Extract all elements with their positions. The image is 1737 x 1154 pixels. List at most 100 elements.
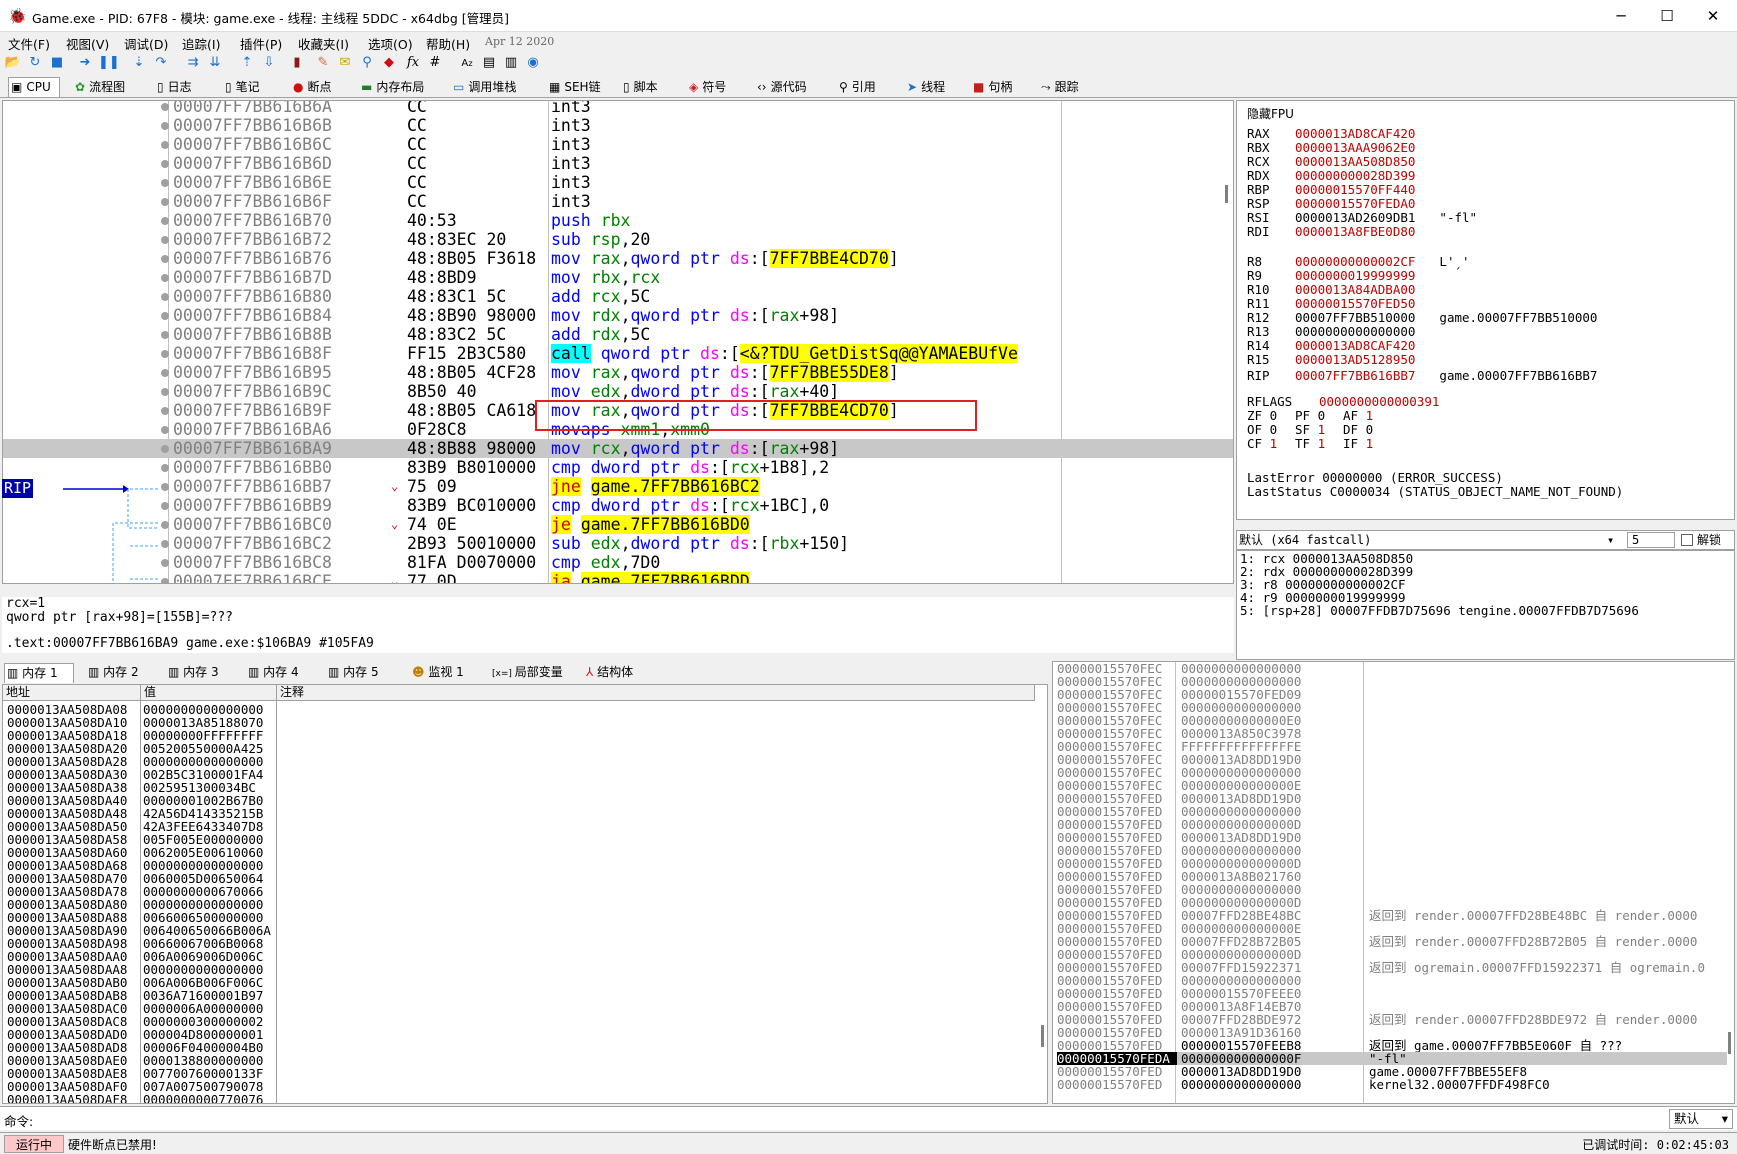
tab-locals[interactable]: [x=] 局部变量 bbox=[490, 663, 570, 683]
stack-row[interactable]: 00000015570FED 00000015570FEEE0 bbox=[1057, 987, 1727, 1000]
disasm-row[interactable]: 00007FF7BB616B6E CC int3 bbox=[3, 173, 1233, 192]
dump-view[interactable]: 地址 值 注释 0000013AA508DA08 0000000000000000… bbox=[2, 684, 1048, 1104]
column-header-value[interactable]: 值 bbox=[141, 685, 277, 701]
scrollbar-thumb[interactable] bbox=[1728, 1032, 1731, 1054]
stack-row[interactable]: 00000015570FED 000000000000000D bbox=[1057, 818, 1727, 831]
stack-row[interactable]: 00000015570FED 0000000000000000 bbox=[1057, 883, 1727, 896]
register-rax[interactable]: RAX 0000013AD8CAF420 bbox=[1247, 127, 1415, 141]
run-to-user-code-icon[interactable]: ⇩ bbox=[260, 54, 278, 72]
disasm-row[interactable]: 00007FF7BB616B9C 8B50 40 mov edx,dword ptr… bbox=[3, 382, 1233, 401]
tab-memory-map[interactable]: ▬ 内存布局 bbox=[358, 77, 444, 97]
arg-count-spinner[interactable]: 5 bbox=[1627, 532, 1675, 548]
register-rsp[interactable]: RSP 00000015570FEDA0 bbox=[1247, 197, 1415, 211]
flag-cf[interactable]: CF 1 bbox=[1247, 437, 1295, 451]
command-input[interactable] bbox=[40, 1109, 1660, 1129]
register-rcx[interactable]: RCX 0000013AA508D850 bbox=[1247, 155, 1415, 169]
stop-tracing-icon[interactable]: ▮ bbox=[288, 54, 306, 72]
tab-breakpoints[interactable]: ● 断点 bbox=[290, 77, 348, 97]
tab-dump-4[interactable]: ▥ 内存 4 bbox=[246, 663, 316, 683]
execute-till-return-icon[interactable]: ⇡ bbox=[238, 54, 256, 72]
tab-notes[interactable]: ▯ 笔记 bbox=[222, 77, 280, 97]
disasm-row[interactable]: 00007FF7BB616BB7 ⌄ 75 09 jne game.7FF7BB616… bbox=[3, 477, 1233, 496]
stack-row[interactable]: 00000015570FEC 0000000000000000 bbox=[1057, 662, 1727, 675]
register-rip[interactable]: RIP 00007FF7BB616BB7 game.00007FF7BB616BB7 bbox=[1247, 369, 1597, 383]
flags-row[interactable]: ZF 0 PF 0 AF 1 bbox=[1247, 409, 1391, 423]
disasm-row[interactable]: 00007FF7BB616B84 48:8B90 98000 mov rdx,qwo… bbox=[3, 306, 1233, 325]
disasm-row[interactable]: 00007FF7BB616B6B CC int3 bbox=[3, 116, 1233, 135]
register-r12[interactable]: R12 00007FF7BB510000 game.00007FF7BB510000 bbox=[1247, 311, 1597, 325]
breakpoint-dot[interactable] bbox=[161, 521, 169, 529]
breakpoint-dot[interactable] bbox=[161, 407, 169, 415]
function-icon[interactable]: fx bbox=[404, 54, 422, 72]
tab-dump-1[interactable]: ▥ 内存 1 bbox=[4, 663, 74, 683]
disasm-row[interactable]: 00007FF7BB616B80 48:83C1 5C add rcx,5C bbox=[3, 287, 1233, 306]
unlock-checkbox[interactable] bbox=[1681, 534, 1693, 546]
close-button[interactable]: ✕ bbox=[1690, 0, 1736, 32]
stack-row[interactable]: 00000015570FEC 000000000000000E bbox=[1057, 779, 1727, 792]
stack-row[interactable]: 00000015570FEC 00000015570FED09 bbox=[1057, 688, 1727, 701]
tab-cpu[interactable]: ▣ CPU bbox=[8, 77, 60, 97]
disasm-row[interactable]: 00007FF7BB616B8B 48:83C2 5C add rdx,5C bbox=[3, 325, 1233, 344]
stack-row[interactable]: 00000015570FED 00007FFD28B72B05 返回到 render… bbox=[1057, 935, 1727, 948]
register-r13[interactable]: R13 0000000000000000 bbox=[1247, 325, 1415, 339]
disasm-row[interactable]: 00007FF7BB616B76 48:8B05 F3618 mov rax,qwo… bbox=[3, 249, 1233, 268]
breakpoint-dot[interactable] bbox=[161, 578, 169, 583]
stack-row[interactable]: 00000015570FED 000000000000000D bbox=[1057, 857, 1727, 870]
breakpoint-dot[interactable] bbox=[161, 274, 169, 282]
tab-seh[interactable]: ▦ SEH链 bbox=[546, 77, 612, 97]
breakpoint-dot[interactable] bbox=[161, 388, 169, 396]
menu-options[interactable]: 选项(O) bbox=[368, 34, 413, 53]
menu-debug[interactable]: 调试(D) bbox=[124, 34, 168, 53]
flag-of[interactable]: OF 0 bbox=[1247, 423, 1295, 437]
patch-icon[interactable]: ✎ bbox=[314, 54, 332, 72]
font-icon[interactable]: Az bbox=[458, 54, 476, 72]
breakpoint-dot[interactable] bbox=[161, 331, 169, 339]
stack-row[interactable]: 00000015570FED 0000000000000000 bbox=[1057, 805, 1727, 818]
scrollbar-thumb[interactable] bbox=[1041, 1025, 1044, 1047]
globe-icon[interactable]: ◉ bbox=[524, 54, 542, 72]
disasm-row[interactable]: 00007FF7BB616B7D 48:8BD9 mov rbx,rcx bbox=[3, 268, 1233, 287]
stop-icon[interactable]: ■ bbox=[48, 54, 66, 72]
stack-row[interactable]: 00000015570FEC FFFFFFFFFFFFFFFE bbox=[1057, 740, 1727, 753]
stack-row[interactable]: 00000015570FEC 0000000000000000 bbox=[1057, 675, 1727, 688]
tab-call-stack[interactable]: ▭ 调用堆栈 bbox=[450, 77, 536, 97]
scrollbar-thumb[interactable] bbox=[1225, 185, 1228, 203]
breakpoint-dot[interactable] bbox=[161, 464, 169, 472]
comment-icon[interactable]: ✉ bbox=[336, 54, 354, 72]
flag-pf[interactable]: PF 0 bbox=[1295, 409, 1343, 423]
breakpoint-dot[interactable] bbox=[161, 445, 169, 453]
breakpoint-dot[interactable] bbox=[161, 255, 169, 263]
stack-row[interactable]: 00000015570FED 0000000000000000 bbox=[1057, 844, 1727, 857]
flag-tf[interactable]: TF 1 bbox=[1295, 437, 1343, 451]
menu-file[interactable]: 文件(F) bbox=[8, 34, 50, 53]
trace-into-icon[interactable]: ⇉ bbox=[184, 54, 202, 72]
pause-icon[interactable]: ❚❚ bbox=[98, 54, 120, 72]
breakpoint-dot[interactable] bbox=[161, 160, 169, 168]
breakpoint-dot[interactable] bbox=[161, 293, 169, 301]
tab-dump-5[interactable]: ▥ 内存 5 bbox=[326, 663, 396, 683]
flag-df[interactable]: DF 0 bbox=[1343, 423, 1391, 437]
tab-log[interactable]: ▯ 日志 bbox=[154, 77, 212, 97]
tab-trace[interactable]: ⤳ 跟踪 bbox=[1038, 77, 1100, 97]
disasm-row[interactable]: 00007FF7BB616B6D CC int3 bbox=[3, 154, 1233, 173]
register-rbp[interactable]: RBP 00000015570FF440 bbox=[1247, 183, 1415, 197]
menu-plugins[interactable]: 插件(P) bbox=[240, 34, 282, 53]
disasm-row[interactable]: 00007FF7BB616BCE ⌄ 77 0D ja game.7FF7BB616B… bbox=[3, 572, 1233, 583]
disasm-row[interactable]: 00007FF7BB616B95 48:8B05 4CF28 mov rax,qwo… bbox=[3, 363, 1233, 382]
flag-af[interactable]: AF 1 bbox=[1343, 409, 1391, 423]
stack-row[interactable]: 00000015570FEC 0000013A850C3978 bbox=[1057, 727, 1727, 740]
register-r14[interactable]: R14 0000013AD8CAF420 bbox=[1247, 339, 1415, 353]
disasm-row[interactable]: 00007FF7BB616BB0 83B9 B8010000 cmp dword p… bbox=[3, 458, 1233, 477]
breakpoint-dot[interactable] bbox=[161, 350, 169, 358]
disasm-row[interactable]: 00007FF7BB616BC0 ⌄ 74 0E je game.7FF7BB616B… bbox=[3, 515, 1233, 534]
stack-row[interactable]: 00000015570FEC 0000013AD8DD19D0 bbox=[1057, 753, 1727, 766]
tab-references[interactable]: ⚲ 引用 bbox=[836, 77, 898, 97]
tab-dump-3[interactable]: ▥ 内存 3 bbox=[166, 663, 236, 683]
open-icon[interactable]: 📂 bbox=[4, 54, 22, 72]
breakpoint-dot[interactable] bbox=[161, 198, 169, 206]
command-mode-select[interactable]: 默认 ▾ bbox=[1669, 1109, 1733, 1129]
breakpoint-dot[interactable] bbox=[161, 483, 169, 491]
tab-threads[interactable]: ➤ 线程 bbox=[904, 77, 966, 97]
menu-favourites[interactable]: 收藏夹(I) bbox=[298, 34, 349, 53]
register-rsi[interactable]: RSI 0000013AD2609DB1 "-fl" bbox=[1247, 211, 1477, 225]
